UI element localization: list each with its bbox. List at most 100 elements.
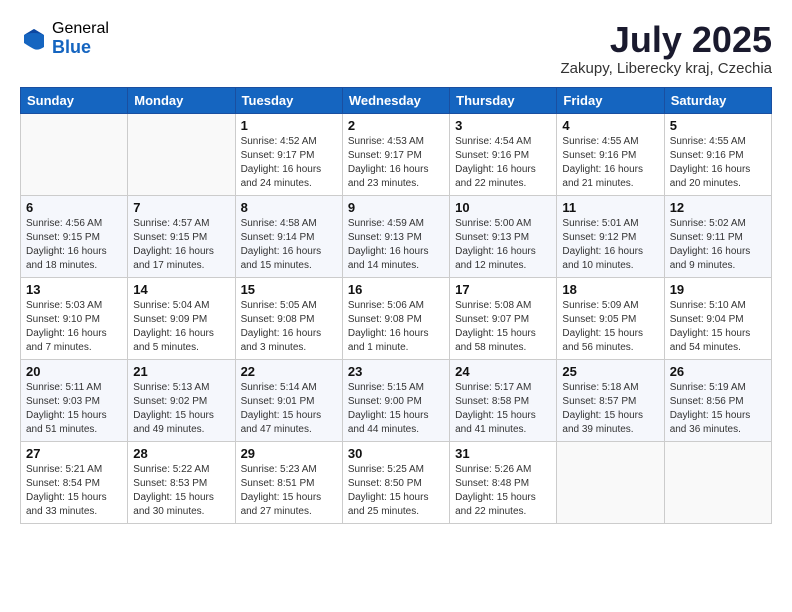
calendar-cell: 27Sunrise: 5:21 AM Sunset: 8:54 PM Dayli… bbox=[21, 441, 128, 523]
day-number: 13 bbox=[26, 282, 122, 297]
calendar-cell: 26Sunrise: 5:19 AM Sunset: 8:56 PM Dayli… bbox=[664, 359, 771, 441]
header-wednesday: Wednesday bbox=[342, 87, 449, 113]
logo-general: General bbox=[52, 20, 109, 38]
calendar-week-1: 1 Sunrise: 4:52 AM Sunset: 9:17 PM Daylig… bbox=[21, 113, 772, 195]
calendar-week-4: 20 Sunrise: 5:11 AM Sunset: 9:03 PM Dayli… bbox=[21, 359, 772, 441]
calendar-cell: 16Sunrise: 5:06 AM Sunset: 9:08 PM Dayli… bbox=[342, 277, 449, 359]
calendar-cell: 25 Sunrise: 5:18 AM Sunset: 8:57 PM Dayli… bbox=[557, 359, 664, 441]
calendar-week-5: 27Sunrise: 5:21 AM Sunset: 8:54 PM Dayli… bbox=[21, 441, 772, 523]
day-number: 4 bbox=[562, 118, 658, 133]
day-detail: Sunrise: 5:17 AM Sunset: 8:58 PM Dayligh… bbox=[455, 381, 551, 437]
day-detail: Sunrise: 5:03 AM Sunset: 9:10 PM Dayligh… bbox=[26, 299, 122, 355]
logo-blue: Blue bbox=[52, 38, 109, 58]
calendar-week-3: 13 Sunrise: 5:03 AM Sunset: 9:10 PM Dayli… bbox=[21, 277, 772, 359]
day-detail: Sunrise: 4:54 AM Sunset: 9:16 PM Dayligh… bbox=[455, 135, 551, 191]
calendar-cell: 30 Sunrise: 5:25 AM Sunset: 8:50 PM Dayli… bbox=[342, 441, 449, 523]
day-detail: Sunrise: 5:10 AM Sunset: 9:04 PM Dayligh… bbox=[670, 299, 766, 355]
day-number: 30 bbox=[348, 446, 444, 461]
calendar-cell: 21 Sunrise: 5:13 AM Sunset: 9:02 PM Dayli… bbox=[128, 359, 235, 441]
calendar-cell bbox=[128, 113, 235, 195]
calendar-cell: 20 Sunrise: 5:11 AM Sunset: 9:03 PM Dayli… bbox=[21, 359, 128, 441]
calendar-cell: 2 Sunrise: 4:53 AM Sunset: 9:17 PM Daylig… bbox=[342, 113, 449, 195]
day-detail: Sunrise: 5:00 AM Sunset: 9:13 PM Dayligh… bbox=[455, 217, 551, 273]
calendar-cell: 8 Sunrise: 4:58 AM Sunset: 9:14 PM Daylig… bbox=[235, 195, 342, 277]
header-monday: Monday bbox=[128, 87, 235, 113]
calendar-cell: 7Sunrise: 4:57 AM Sunset: 9:15 PM Daylig… bbox=[128, 195, 235, 277]
calendar-week-2: 6 Sunrise: 4:56 AM Sunset: 9:15 PM Daylig… bbox=[21, 195, 772, 277]
day-detail: Sunrise: 5:06 AM Sunset: 9:08 PM Dayligh… bbox=[348, 299, 444, 355]
day-detail: Sunrise: 5:19 AM Sunset: 8:56 PM Dayligh… bbox=[670, 381, 766, 437]
day-detail: Sunrise: 5:23 AM Sunset: 8:51 PM Dayligh… bbox=[241, 463, 337, 519]
day-number: 6 bbox=[26, 200, 122, 215]
calendar-header-row: SundayMondayTuesdayWednesdayThursdayFrid… bbox=[21, 87, 772, 113]
calendar-cell: 24 Sunrise: 5:17 AM Sunset: 8:58 PM Dayli… bbox=[450, 359, 557, 441]
day-detail: Sunrise: 5:08 AM Sunset: 9:07 PM Dayligh… bbox=[455, 299, 551, 355]
day-detail: Sunrise: 4:55 AM Sunset: 9:16 PM Dayligh… bbox=[562, 135, 658, 191]
calendar-cell: 28Sunrise: 5:22 AM Sunset: 8:53 PM Dayli… bbox=[128, 441, 235, 523]
day-number: 14 bbox=[133, 282, 229, 297]
day-number: 1 bbox=[241, 118, 337, 133]
calendar-cell: 3 Sunrise: 4:54 AM Sunset: 9:16 PM Daylig… bbox=[450, 113, 557, 195]
calendar-cell: 29 Sunrise: 5:23 AM Sunset: 8:51 PM Dayli… bbox=[235, 441, 342, 523]
header-sunday: Sunday bbox=[21, 87, 128, 113]
day-number: 8 bbox=[241, 200, 337, 215]
header-friday: Friday bbox=[557, 87, 664, 113]
day-number: 24 bbox=[455, 364, 551, 379]
day-number: 20 bbox=[26, 364, 122, 379]
day-number: 3 bbox=[455, 118, 551, 133]
day-number: 7 bbox=[133, 200, 229, 215]
day-number: 17 bbox=[455, 282, 551, 297]
day-number: 18 bbox=[562, 282, 658, 297]
calendar-cell: 19 Sunrise: 5:10 AM Sunset: 9:04 PM Dayli… bbox=[664, 277, 771, 359]
day-detail: Sunrise: 4:56 AM Sunset: 9:15 PM Dayligh… bbox=[26, 217, 122, 273]
day-number: 27 bbox=[26, 446, 122, 461]
day-number: 29 bbox=[241, 446, 337, 461]
day-detail: Sunrise: 4:58 AM Sunset: 9:14 PM Dayligh… bbox=[241, 217, 337, 273]
calendar-cell: 1 Sunrise: 4:52 AM Sunset: 9:17 PM Daylig… bbox=[235, 113, 342, 195]
calendar-cell: 18 Sunrise: 5:09 AM Sunset: 9:05 PM Dayli… bbox=[557, 277, 664, 359]
day-detail: Sunrise: 5:14 AM Sunset: 9:01 PM Dayligh… bbox=[241, 381, 337, 437]
page-header: General Blue July 2025 Zakupy, Liberecky… bbox=[20, 20, 772, 77]
day-detail: Sunrise: 5:26 AM Sunset: 8:48 PM Dayligh… bbox=[455, 463, 551, 519]
day-number: 9 bbox=[348, 200, 444, 215]
location-subtitle: Zakupy, Liberecky kraj, Czechia bbox=[561, 60, 772, 77]
day-detail: Sunrise: 5:13 AM Sunset: 9:02 PM Dayligh… bbox=[133, 381, 229, 437]
day-detail: Sunrise: 4:55 AM Sunset: 9:16 PM Dayligh… bbox=[670, 135, 766, 191]
day-detail: Sunrise: 5:09 AM Sunset: 9:05 PM Dayligh… bbox=[562, 299, 658, 355]
day-detail: Sunrise: 5:11 AM Sunset: 9:03 PM Dayligh… bbox=[26, 381, 122, 437]
calendar-cell: 11Sunrise: 5:01 AM Sunset: 9:12 PM Dayli… bbox=[557, 195, 664, 277]
calendar-cell bbox=[21, 113, 128, 195]
day-detail: Sunrise: 5:02 AM Sunset: 9:11 PM Dayligh… bbox=[670, 217, 766, 273]
day-detail: Sunrise: 5:04 AM Sunset: 9:09 PM Dayligh… bbox=[133, 299, 229, 355]
day-number: 12 bbox=[670, 200, 766, 215]
calendar-cell: 13 Sunrise: 5:03 AM Sunset: 9:10 PM Dayli… bbox=[21, 277, 128, 359]
calendar-cell: 31Sunrise: 5:26 AM Sunset: 8:48 PM Dayli… bbox=[450, 441, 557, 523]
header-thursday: Thursday bbox=[450, 87, 557, 113]
calendar-table: SundayMondayTuesdayWednesdayThursdayFrid… bbox=[20, 87, 772, 524]
calendar-cell: 22Sunrise: 5:14 AM Sunset: 9:01 PM Dayli… bbox=[235, 359, 342, 441]
day-number: 19 bbox=[670, 282, 766, 297]
day-detail: Sunrise: 4:53 AM Sunset: 9:17 PM Dayligh… bbox=[348, 135, 444, 191]
calendar-cell: 10Sunrise: 5:00 AM Sunset: 9:13 PM Dayli… bbox=[450, 195, 557, 277]
day-detail: Sunrise: 5:01 AM Sunset: 9:12 PM Dayligh… bbox=[562, 217, 658, 273]
calendar-cell: 6 Sunrise: 4:56 AM Sunset: 9:15 PM Daylig… bbox=[21, 195, 128, 277]
calendar-cell: 5Sunrise: 4:55 AM Sunset: 9:16 PM Daylig… bbox=[664, 113, 771, 195]
day-number: 2 bbox=[348, 118, 444, 133]
day-number: 15 bbox=[241, 282, 337, 297]
calendar-cell: 4 Sunrise: 4:55 AM Sunset: 9:16 PM Daylig… bbox=[557, 113, 664, 195]
day-detail: Sunrise: 4:59 AM Sunset: 9:13 PM Dayligh… bbox=[348, 217, 444, 273]
title-area: July 2025 Zakupy, Liberecky kraj, Czechi… bbox=[561, 20, 772, 77]
day-number: 28 bbox=[133, 446, 229, 461]
day-detail: Sunrise: 5:18 AM Sunset: 8:57 PM Dayligh… bbox=[562, 381, 658, 437]
header-tuesday: Tuesday bbox=[235, 87, 342, 113]
calendar-cell: 12 Sunrise: 5:02 AM Sunset: 9:11 PM Dayli… bbox=[664, 195, 771, 277]
day-number: 25 bbox=[562, 364, 658, 379]
calendar-cell: 15Sunrise: 5:05 AM Sunset: 9:08 PM Dayli… bbox=[235, 277, 342, 359]
calendar-cell bbox=[557, 441, 664, 523]
logo-text: General Blue bbox=[52, 20, 109, 57]
day-detail: Sunrise: 5:25 AM Sunset: 8:50 PM Dayligh… bbox=[348, 463, 444, 519]
day-number: 21 bbox=[133, 364, 229, 379]
calendar-cell: 17 Sunrise: 5:08 AM Sunset: 9:07 PM Dayli… bbox=[450, 277, 557, 359]
day-detail: Sunrise: 4:52 AM Sunset: 9:17 PM Dayligh… bbox=[241, 135, 337, 191]
header-saturday: Saturday bbox=[664, 87, 771, 113]
